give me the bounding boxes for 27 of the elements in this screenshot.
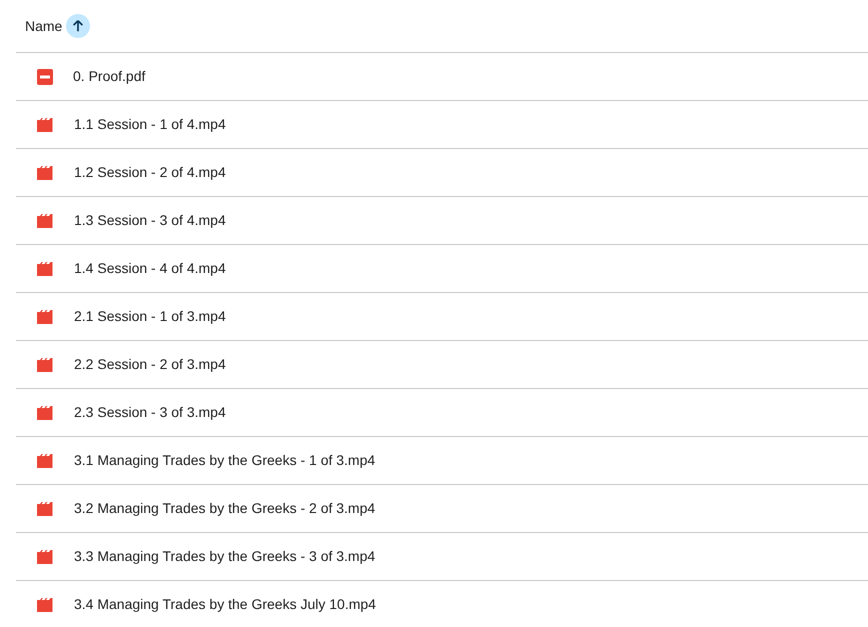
video-icon (37, 406, 54, 420)
video-icon (37, 166, 54, 180)
video-icon (37, 262, 54, 276)
video-icon (37, 454, 54, 468)
video-icon (37, 358, 54, 372)
file-name[interactable]: 2.2 Session - 2 of 3.mp4 (74, 354, 226, 375)
file-name[interactable]: 3.1 Managing Trades by the Greeks - 1 of 3.mp4 (74, 450, 376, 471)
file-name[interactable]: 1.4 Session - 4 of 4.mp4 (74, 258, 226, 279)
video-icon (37, 598, 54, 612)
file-name[interactable]: 0. Proof.pdf (73, 66, 146, 87)
arrow-up-icon (71, 19, 86, 33)
video-icon (37, 214, 54, 228)
column-header[interactable]: Name (25, 16, 62, 36)
file-name[interactable]: 3.4 Managing Trades by the Greeks July 10.mp4 (74, 594, 376, 615)
file-name[interactable]: 1.3 Session - 3 of 4.mp4 (74, 210, 226, 231)
file-name[interactable]: 2.1 Session - 1 of 3.mp4 (74, 306, 226, 327)
video-icon (37, 550, 54, 564)
video-icon (37, 310, 54, 324)
file-name[interactable]: 2.3 Session - 3 of 3.mp4 (74, 402, 226, 423)
file-name[interactable]: 1.1 Session - 1 of 4.mp4 (74, 114, 226, 135)
sort-button[interactable] (66, 14, 90, 38)
pdf-icon (37, 68, 53, 84)
file-name[interactable]: 1.2 Session - 2 of 4.mp4 (74, 162, 226, 183)
file-name[interactable]: 3.3 Managing Trades by the Greeks - 3 of 3.mp4 (74, 546, 376, 567)
file-name[interactable]: 3.2 Managing Trades by the Greeks - 2 of 3.mp4 (74, 498, 376, 519)
video-icon (37, 118, 54, 132)
video-icon (37, 502, 54, 516)
